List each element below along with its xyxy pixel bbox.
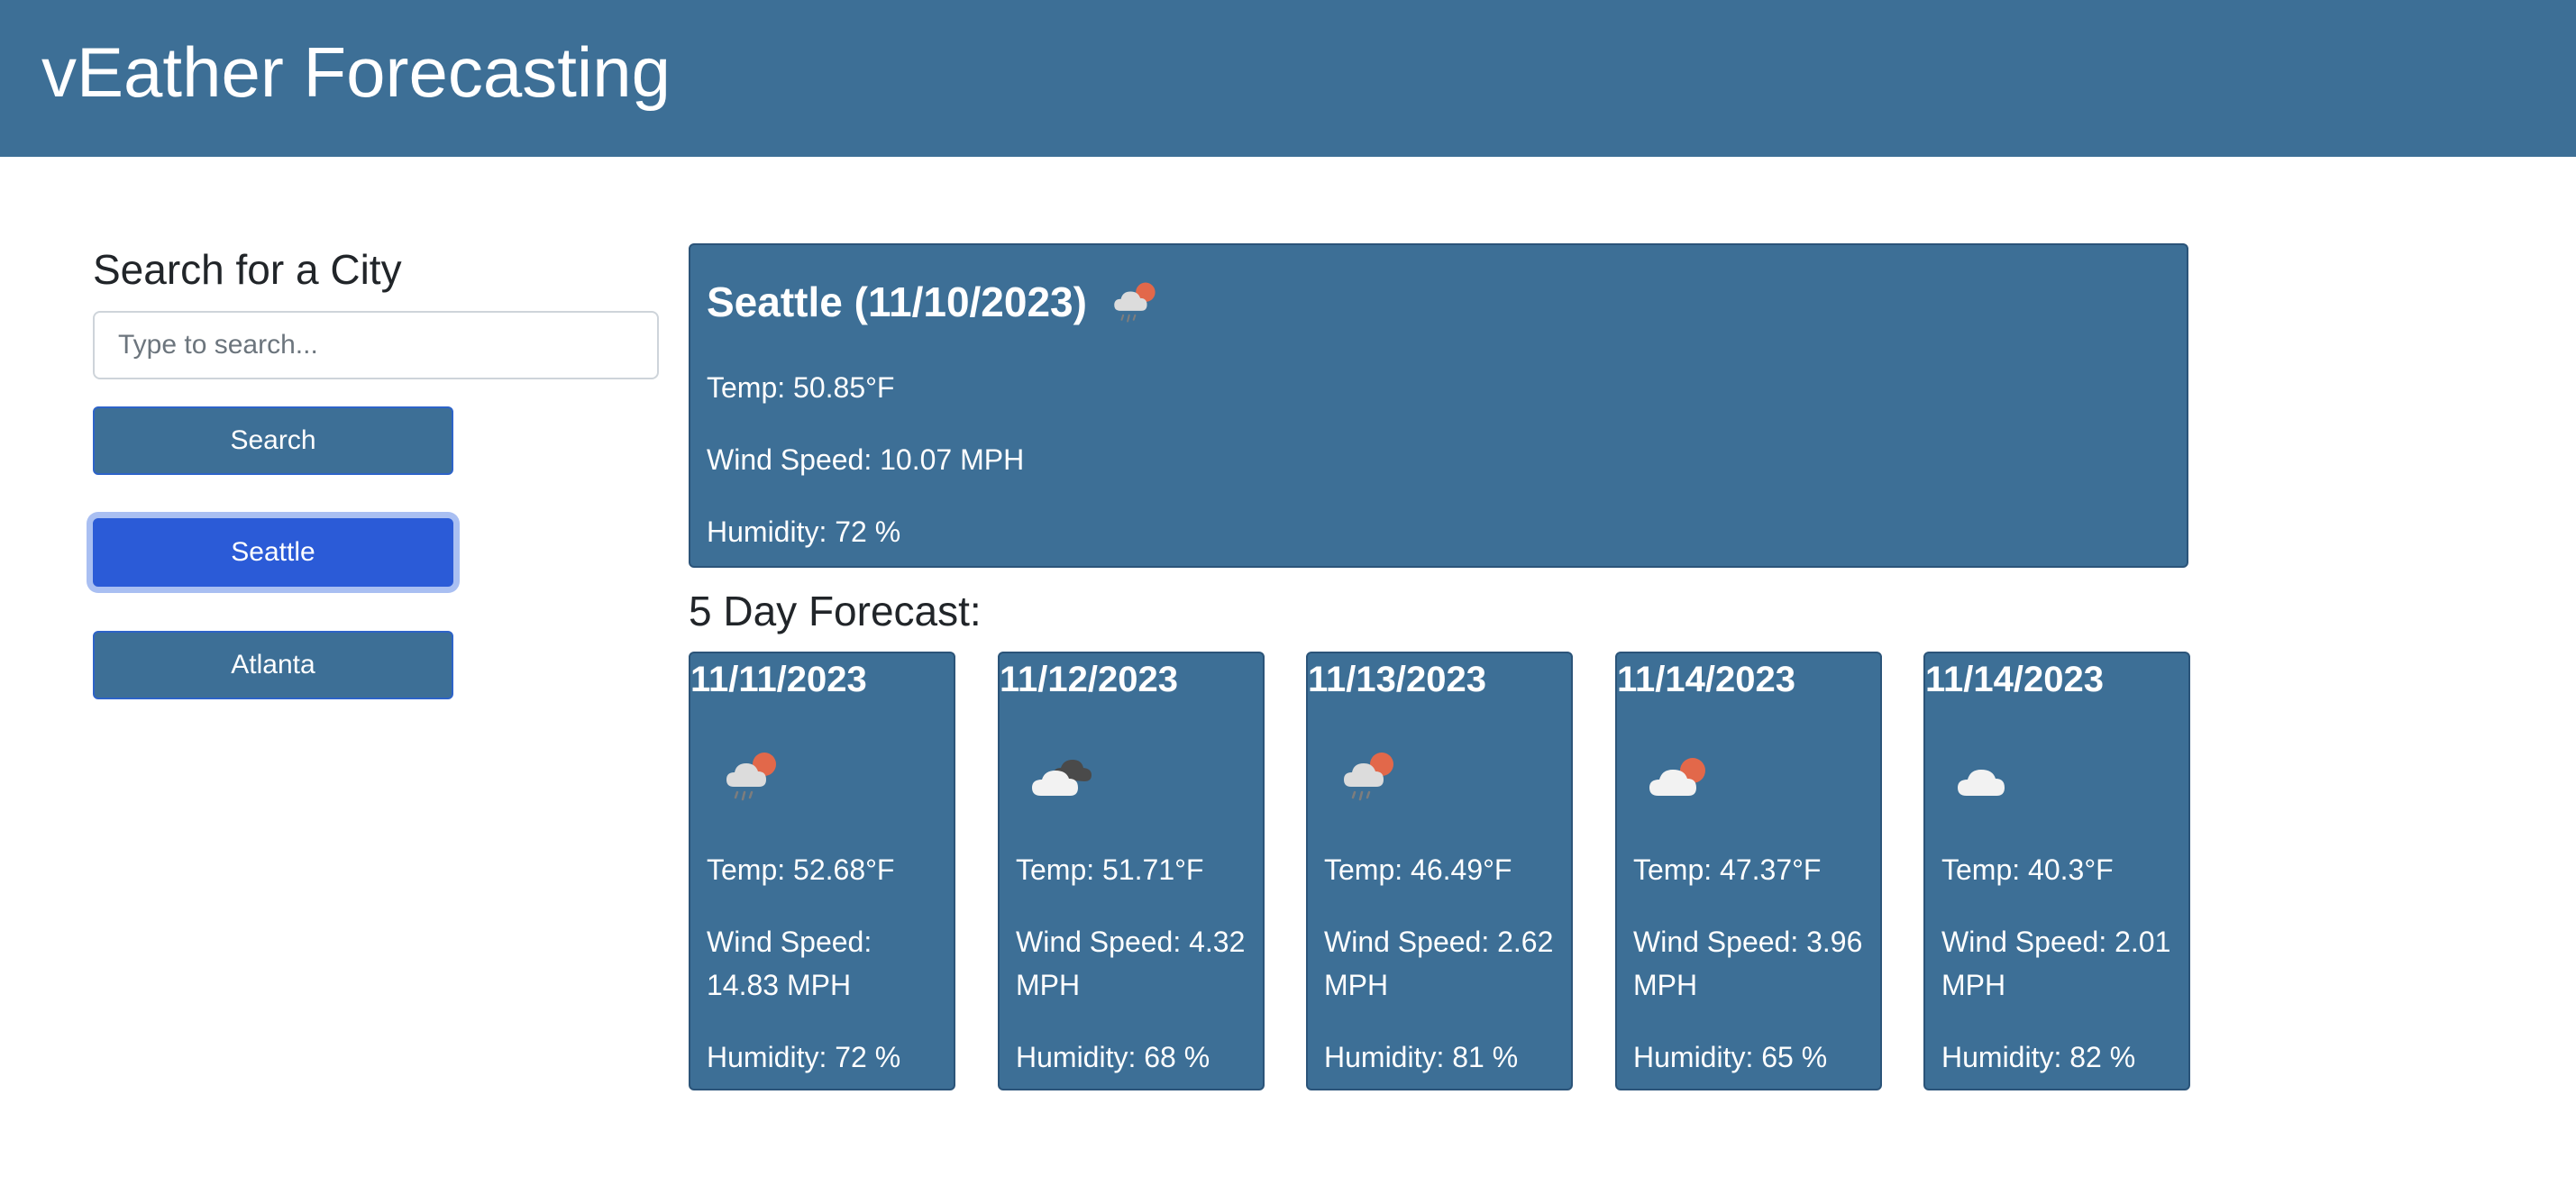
- forecast-card: 11/13/2023 Temp: 46.49°F Wind Speed: 2.6…: [1306, 652, 1573, 1090]
- forecast-date: 11/13/2023: [1308, 660, 1486, 699]
- forecast-date: 11/14/2023: [1925, 660, 2104, 699]
- app-header: vEather Forecasting: [0, 0, 2576, 157]
- forecast-humidity: Humidity: 72 %: [707, 1041, 901, 1073]
- cloud-rain-sun-icon: [1335, 740, 1407, 812]
- forecast-wind: Wind Speed: 2.01 MPH: [1941, 926, 2171, 1001]
- forecast-wind: Wind Speed: 2.62 MPH: [1324, 926, 1554, 1001]
- current-wind: Wind Speed: 10.07 MPH: [707, 443, 1025, 476]
- history-button-atlanta[interactable]: Atlanta: [93, 631, 453, 699]
- forecast-humidity: Humidity: 81 %: [1324, 1041, 1519, 1073]
- forecast-temp: Temp: 52.68°F: [707, 853, 895, 886]
- history-button-seattle[interactable]: Seattle: [93, 518, 453, 587]
- search-button[interactable]: Search: [93, 406, 453, 475]
- cloud-icon: [1952, 740, 2024, 812]
- forecast-card: 11/14/2023 Temp: 40.3°F Wind Speed: 2.01…: [1923, 652, 2190, 1090]
- cloud-sun-icon: [1644, 740, 1716, 812]
- forecast-date: 11/14/2023: [1617, 660, 1795, 699]
- current-weather-card: Seattle (11/10/2023) Temp: 50.85°F Wind …: [689, 243, 2188, 568]
- forecast-date: 11/12/2023: [1000, 660, 1178, 699]
- current-humidity: Humidity: 72 %: [707, 515, 901, 548]
- search-sidebar: Search for a City Search Seattle Atlanta: [93, 239, 659, 699]
- cloud-rain-sun-icon: [717, 740, 790, 812]
- forecast-wind: Wind Speed: 3.96 MPH: [1633, 926, 1863, 1001]
- forecast-wind: Wind Speed: 14.83 MPH: [707, 926, 872, 1001]
- forecast-temp: Temp: 46.49°F: [1324, 853, 1512, 886]
- forecast-heading: 5 Day Forecast:: [689, 588, 982, 634]
- current-weather-title: Seattle (11/10/2023): [707, 272, 1166, 332]
- app-title: vEather Forecasting: [41, 32, 671, 112]
- forecast-card: 11/11/2023 Temp: 52.68°F Wind Speed: 14.…: [689, 652, 955, 1090]
- broken-clouds-icon: [1027, 740, 1099, 812]
- forecast-card: 11/14/2023 Temp: 47.37°F Wind Speed: 3.9…: [1615, 652, 1882, 1090]
- cloud-rain-sun-icon: [1107, 272, 1166, 332]
- forecast-humidity: Humidity: 68 %: [1016, 1041, 1210, 1073]
- forecast-humidity: Humidity: 82 %: [1941, 1041, 2136, 1073]
- search-heading: Search for a City: [93, 246, 402, 293]
- current-city-date: Seattle (11/10/2023): [707, 278, 1087, 325]
- current-temp: Temp: 50.85°F: [707, 371, 895, 404]
- forecast-temp: Temp: 51.71°F: [1016, 853, 1204, 886]
- forecast-humidity: Humidity: 65 %: [1633, 1041, 1828, 1073]
- forecast-date: 11/11/2023: [690, 660, 867, 699]
- city-search-input[interactable]: [93, 311, 659, 379]
- forecast-card: 11/12/2023 Temp: 51.71°F Wind Speed: 4.3…: [998, 652, 1265, 1090]
- forecast-temp: Temp: 40.3°F: [1941, 853, 2114, 886]
- forecast-temp: Temp: 47.37°F: [1633, 853, 1822, 886]
- forecast-wind: Wind Speed: 4.32 MPH: [1016, 926, 1246, 1001]
